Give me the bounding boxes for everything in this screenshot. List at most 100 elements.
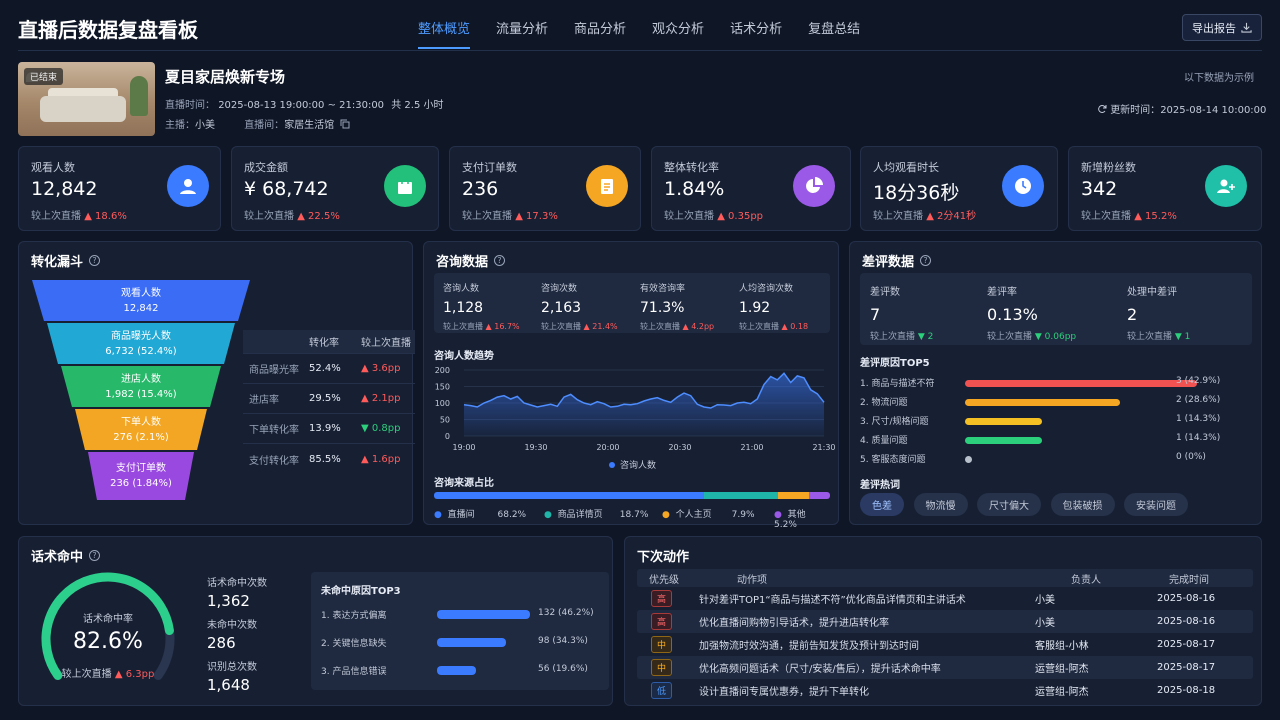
kpi-orders: 支付订单数 236 较上次直播 ▲ 17.3%: [449, 146, 641, 231]
table-row[interactable]: 中加强物流时效沟通，提前告知发货及预计到达时间 客服组-小林 2025-08-17: [637, 633, 1253, 656]
table-row: 进店率 29.5% ▲ 2.1pp: [243, 384, 415, 414]
download-icon: [1241, 22, 1252, 33]
table-row[interactable]: 高针对差评TOP1“商品与描述不符”优化商品详情页和主讲话术 小美 2025-08-…: [637, 587, 1253, 610]
x-tick-label: 21:30: [812, 443, 835, 452]
pie-chart-icon: [793, 165, 835, 207]
source-stacked-bar: [434, 492, 830, 499]
actions-table: 优先级 动作项 负责人 完成时间 高针对差评TOP1“商品与描述不符”优化商品详…: [637, 569, 1253, 702]
kpi-viewers: 观看人数 12,842 较上次直播 ▲ 18.6%: [18, 146, 221, 231]
tab-traffic[interactable]: 流量分析: [496, 18, 548, 49]
priority-badge: 中: [651, 636, 673, 653]
copy-icon[interactable]: [340, 119, 350, 129]
miss-reasons-box: 未命中原因TOP3 1. 表达方式偏离 132 (46.2%) 2. 关键信息缺失…: [311, 572, 609, 690]
hot-words-title: 差评热词: [860, 480, 900, 491]
list-item: 1. 表达方式偏离 132 (46.2%): [321, 608, 594, 621]
reason-bar: [965, 418, 1042, 425]
list-item: 2. 关键信息缺失 98 (34.3%): [321, 636, 588, 649]
trend-legend: 咨询人数: [609, 458, 656, 471]
clock-icon: [1002, 165, 1044, 207]
source-segment: [704, 492, 779, 499]
tab-audience[interactable]: 观众分析: [652, 18, 704, 49]
kpi-new-fans: 新增粉丝数 342 较上次直播 ▲ 15.2%: [1068, 146, 1262, 231]
list-item: 4. 质量问题 1 (14.3%): [860, 433, 1221, 446]
x-tick-label: 20:30: [668, 443, 691, 452]
hot-word-tag[interactable]: 安装问题: [1124, 493, 1188, 516]
header-divider: [18, 50, 1262, 51]
list-item: 1. 商品与描述不符 3 (42.9%): [860, 376, 1221, 389]
table-header: 优先级 动作项 负责人 完成时间: [637, 569, 1253, 587]
tab-overview[interactable]: 整体概览: [418, 18, 471, 49]
funnel-stage-paid: 支付订单数 236 (1.84%): [110, 463, 172, 489]
trend-area: [464, 373, 824, 436]
hit-rate-value: 82.6%: [73, 629, 143, 654]
tab-summary[interactable]: 复盘总结: [808, 18, 860, 49]
help-icon[interactable]: ?: [89, 550, 101, 561]
table-row: 商品曝光率 52.4% ▲ 3.6pp: [243, 354, 415, 384]
tab-products[interactable]: 商品分析: [574, 18, 626, 49]
x-tick-label: 21:00: [740, 443, 763, 452]
table-row[interactable]: 低设计直播间专属优惠券，提升下单转化 运营组-阿杰 2025-08-18: [637, 679, 1253, 702]
help-icon[interactable]: ?: [920, 255, 932, 266]
hit-rate-compare: 较上次直播 ▲ 6.3pp: [61, 669, 155, 680]
miss-bar: [437, 638, 506, 647]
hot-word-tag[interactable]: 尺寸偏大: [977, 493, 1041, 516]
reason-bar: [965, 380, 1197, 387]
hot-word-tag[interactable]: 色差: [860, 493, 904, 516]
consult-stats: 咨询人数 1,128 较上次直播 ▲ 16.7% 咨询次数 2,163 较上次直播 ▲ …: [434, 273, 830, 333]
table-row[interactable]: 中优化高频问题话术（尺寸/安装/售后），提升话术命中率 运营组-阿杰 2025-08…: [637, 656, 1253, 679]
table-row[interactable]: 高优化直播间购物引导话术，提升进店转化率 小美 2025-08-16: [637, 610, 1253, 633]
x-tick-label: 19:30: [524, 443, 547, 452]
hot-words: 色差 物流慢 尺寸偏大 包装破损 安装问题: [860, 493, 1194, 516]
funnel-rate-table: 转化率 较上次直播 商品曝光率 52.4% ▲ 3.6pp 进店率 29.5% ▲ 2.1…: [243, 330, 415, 474]
priority-badge: 中: [651, 659, 673, 676]
kpi-gmv: 成交金额 ¥ 68,742 较上次直播 ▲ 22.5%: [231, 146, 439, 231]
funnel-panel: 转化漏斗? 观看人数 12,842 商品曝光人数 6,732 (52.4%) 进店人…: [18, 241, 415, 525]
funnel-stage-store: 进店人数 1,982 (15.4%): [105, 373, 177, 400]
live-thumbnail: 已结束: [18, 62, 155, 136]
source-segment: [809, 492, 830, 499]
priority-badge: 高: [651, 590, 673, 607]
user-icon: [167, 165, 209, 207]
live-host-room: 主播：小美 直播间：家居生活馆: [165, 116, 350, 131]
legend-item-source-3: ● 个人主页 7.9%: [662, 510, 755, 520]
priority-badge: 低: [651, 682, 673, 699]
list-item: 5. 客服态度问题 0 (0%): [860, 452, 1206, 465]
reason-bar: [965, 437, 1042, 444]
bad-review-title: 差评数据: [862, 255, 915, 270]
y-tick-label: 200: [435, 366, 450, 375]
export-label: 导出报告: [1192, 21, 1236, 35]
hot-word-tag[interactable]: 包装破损: [1050, 493, 1115, 516]
legend-item-source-1: ● 直播间 68.2%: [434, 510, 527, 520]
script-hit-title: 话术命中: [31, 550, 84, 565]
y-tick-label: 50: [440, 416, 450, 425]
x-tick-label: 20:00: [596, 443, 619, 452]
export-report-button[interactable]: 导出报告: [1182, 14, 1262, 41]
y-tick-label: 100: [435, 399, 450, 408]
table-row: 支付转化率 85.5% ▲ 1.6pp: [249, 453, 401, 467]
tab-scripts[interactable]: 话术分析: [730, 18, 782, 49]
actions-title: 下次动作: [637, 550, 690, 565]
hit-stats: 话术命中次数 1,362 未命中次数 286 识别总次数 1,648: [207, 578, 267, 694]
refresh-icon[interactable]: [1097, 104, 1107, 114]
funnel-stage-exposure: 商品曝光人数 6,732 (52.4%): [105, 330, 177, 357]
page-title: 直播后数据复盘看板: [18, 18, 198, 42]
reason-bar: [965, 456, 972, 463]
live-time: 直播时间： 2025-08-13 19:00:00 ~ 21:30:00 共 2…: [165, 100, 444, 111]
source-segment: [778, 492, 810, 499]
miss-title: 未命中原因TOP3: [321, 586, 401, 597]
list-item: 3. 产品信息错误 56 (19.6%): [321, 664, 588, 677]
bad-review-stats: 差评数 7 较上次直播 ▼ 2 差评率 0.13% 较上次直播 ▼ 0.06pp 处理中…: [860, 273, 1252, 345]
gauge-label: 话术命中率: [83, 614, 133, 625]
next-actions-panel: 下次动作 优先级 动作项 负责人 完成时间 高针对差评TOP1“商品与描述不符”…: [624, 536, 1262, 706]
kpi-conversion: 整体转化率 1.84% 较上次直播 ▲ 0.35pp: [651, 146, 851, 231]
live-title: 夏目家居焕新专场: [165, 68, 286, 86]
add-user-icon: [1205, 165, 1247, 207]
priority-badge: 高: [651, 613, 673, 630]
list-item: 2. 物流问题 2 (28.6%): [860, 395, 1221, 408]
hot-word-tag[interactable]: 物流慢: [913, 493, 968, 516]
y-tick-label: 0: [445, 432, 450, 441]
help-icon[interactable]: ?: [494, 255, 506, 266]
shopping-bag-icon: [384, 165, 426, 207]
sample-data-note: 以下数据为示例: [1184, 73, 1254, 84]
script-hit-panel: 话术命中? 话术命中率 82.6% 较上次直播 ▲ 6.3pp 话术命中次数 1,…: [18, 536, 613, 706]
